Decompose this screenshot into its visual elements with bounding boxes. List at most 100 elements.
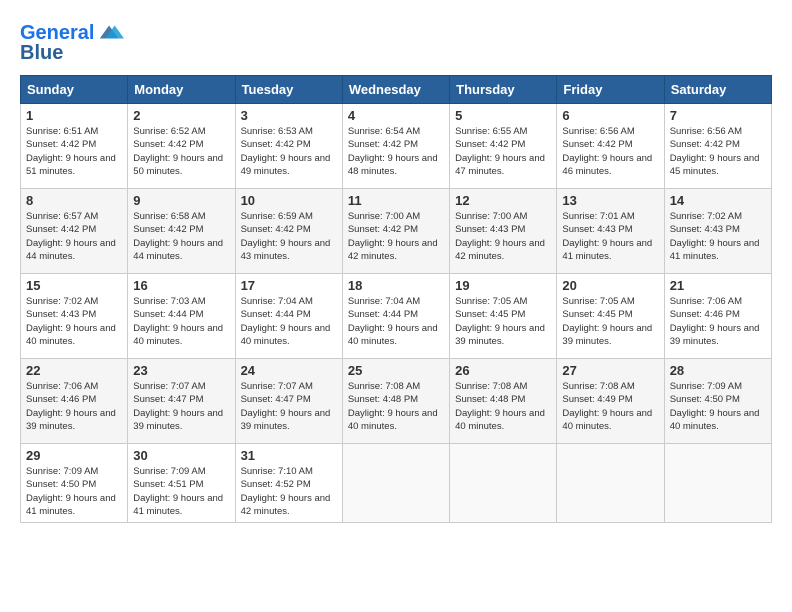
calendar-cell: 2 Sunrise: 6:52 AMSunset: 4:42 PMDayligh…: [128, 104, 235, 189]
calendar-cell: 20 Sunrise: 7:05 AMSunset: 4:45 PMDaylig…: [557, 274, 664, 359]
calendar-cell: 11 Sunrise: 7:00 AMSunset: 4:42 PMDaylig…: [342, 189, 449, 274]
calendar-cell: 12 Sunrise: 7:00 AMSunset: 4:43 PMDaylig…: [450, 189, 557, 274]
header-day-saturday: Saturday: [664, 76, 771, 104]
day-info: Sunrise: 6:55 AMSunset: 4:42 PMDaylight:…: [455, 125, 551, 178]
day-info: Sunrise: 6:57 AMSunset: 4:42 PMDaylight:…: [26, 210, 122, 263]
calendar-cell: 24 Sunrise: 7:07 AMSunset: 4:47 PMDaylig…: [235, 359, 342, 444]
header-day-friday: Friday: [557, 76, 664, 104]
day-info: Sunrise: 7:05 AMSunset: 4:45 PMDaylight:…: [455, 295, 551, 348]
calendar-cell: 29 Sunrise: 7:09 AMSunset: 4:50 PMDaylig…: [21, 444, 128, 523]
calendar-cell: [450, 444, 557, 523]
header-day-sunday: Sunday: [21, 76, 128, 104]
day-info: Sunrise: 7:08 AMSunset: 4:48 PMDaylight:…: [455, 380, 551, 433]
header-day-wednesday: Wednesday: [342, 76, 449, 104]
header-day-thursday: Thursday: [450, 76, 557, 104]
day-number: 16: [133, 278, 229, 293]
calendar-cell: 30 Sunrise: 7:09 AMSunset: 4:51 PMDaylig…: [128, 444, 235, 523]
day-number: 11: [348, 193, 444, 208]
calendar-header: SundayMondayTuesdayWednesdayThursdayFrid…: [21, 76, 772, 104]
day-info: Sunrise: 6:56 AMSunset: 4:42 PMDaylight:…: [670, 125, 766, 178]
calendar-cell: 17 Sunrise: 7:04 AMSunset: 4:44 PMDaylig…: [235, 274, 342, 359]
day-number: 6: [562, 108, 658, 123]
week-row-3: 15 Sunrise: 7:02 AMSunset: 4:43 PMDaylig…: [21, 274, 772, 359]
day-info: Sunrise: 7:06 AMSunset: 4:46 PMDaylight:…: [670, 295, 766, 348]
calendar-cell: 19 Sunrise: 7:05 AMSunset: 4:45 PMDaylig…: [450, 274, 557, 359]
day-number: 1: [26, 108, 122, 123]
day-info: Sunrise: 6:58 AMSunset: 4:42 PMDaylight:…: [133, 210, 229, 263]
day-number: 2: [133, 108, 229, 123]
calendar-body: 1 Sunrise: 6:51 AMSunset: 4:42 PMDayligh…: [21, 104, 772, 523]
week-row-2: 8 Sunrise: 6:57 AMSunset: 4:42 PMDayligh…: [21, 189, 772, 274]
day-number: 25: [348, 363, 444, 378]
logo-text: General: [20, 22, 94, 44]
day-info: Sunrise: 7:03 AMSunset: 4:44 PMDaylight:…: [133, 295, 229, 348]
calendar-cell: [342, 444, 449, 523]
calendar-cell: 14 Sunrise: 7:02 AMSunset: 4:43 PMDaylig…: [664, 189, 771, 274]
day-info: Sunrise: 6:54 AMSunset: 4:42 PMDaylight:…: [348, 125, 444, 178]
day-number: 20: [562, 278, 658, 293]
calendar-cell: 18 Sunrise: 7:04 AMSunset: 4:44 PMDaylig…: [342, 274, 449, 359]
week-row-1: 1 Sunrise: 6:51 AMSunset: 4:42 PMDayligh…: [21, 104, 772, 189]
day-info: Sunrise: 7:06 AMSunset: 4:46 PMDaylight:…: [26, 380, 122, 433]
header-row: SundayMondayTuesdayWednesdayThursdayFrid…: [21, 76, 772, 104]
calendar-cell: 25 Sunrise: 7:08 AMSunset: 4:48 PMDaylig…: [342, 359, 449, 444]
header-day-monday: Monday: [128, 76, 235, 104]
day-info: Sunrise: 6:59 AMSunset: 4:42 PMDaylight:…: [241, 210, 337, 263]
day-info: Sunrise: 7:09 AMSunset: 4:50 PMDaylight:…: [26, 465, 122, 518]
calendar-cell: 28 Sunrise: 7:09 AMSunset: 4:50 PMDaylig…: [664, 359, 771, 444]
calendar-cell: 9 Sunrise: 6:58 AMSunset: 4:42 PMDayligh…: [128, 189, 235, 274]
day-number: 23: [133, 363, 229, 378]
calendar-cell: 4 Sunrise: 6:54 AMSunset: 4:42 PMDayligh…: [342, 104, 449, 189]
day-number: 9: [133, 193, 229, 208]
calendar-cell: 5 Sunrise: 6:55 AMSunset: 4:42 PMDayligh…: [450, 104, 557, 189]
week-row-4: 22 Sunrise: 7:06 AMSunset: 4:46 PMDaylig…: [21, 359, 772, 444]
calendar-cell: 7 Sunrise: 6:56 AMSunset: 4:42 PMDayligh…: [664, 104, 771, 189]
page-header: General Blue: [20, 20, 772, 65]
day-info: Sunrise: 6:51 AMSunset: 4:42 PMDaylight:…: [26, 125, 122, 178]
calendar-cell: 8 Sunrise: 6:57 AMSunset: 4:42 PMDayligh…: [21, 189, 128, 274]
day-info: Sunrise: 7:09 AMSunset: 4:50 PMDaylight:…: [670, 380, 766, 433]
calendar-cell: 21 Sunrise: 7:06 AMSunset: 4:46 PMDaylig…: [664, 274, 771, 359]
calendar-cell: [664, 444, 771, 523]
day-number: 3: [241, 108, 337, 123]
logo: General Blue: [20, 20, 124, 65]
day-number: 14: [670, 193, 766, 208]
calendar-cell: 3 Sunrise: 6:53 AMSunset: 4:42 PMDayligh…: [235, 104, 342, 189]
day-number: 29: [26, 448, 122, 463]
logo-icon: [96, 18, 124, 46]
day-info: Sunrise: 6:53 AMSunset: 4:42 PMDaylight:…: [241, 125, 337, 178]
calendar-cell: 23 Sunrise: 7:07 AMSunset: 4:47 PMDaylig…: [128, 359, 235, 444]
day-info: Sunrise: 7:02 AMSunset: 4:43 PMDaylight:…: [26, 295, 122, 348]
day-info: Sunrise: 7:08 AMSunset: 4:49 PMDaylight:…: [562, 380, 658, 433]
day-number: 26: [455, 363, 551, 378]
day-number: 28: [670, 363, 766, 378]
day-number: 13: [562, 193, 658, 208]
calendar-cell: 16 Sunrise: 7:03 AMSunset: 4:44 PMDaylig…: [128, 274, 235, 359]
calendar-cell: 31 Sunrise: 7:10 AMSunset: 4:52 PMDaylig…: [235, 444, 342, 523]
day-info: Sunrise: 7:10 AMSunset: 4:52 PMDaylight:…: [241, 465, 337, 518]
day-number: 17: [241, 278, 337, 293]
day-info: Sunrise: 7:05 AMSunset: 4:45 PMDaylight:…: [562, 295, 658, 348]
day-info: Sunrise: 7:04 AMSunset: 4:44 PMDaylight:…: [241, 295, 337, 348]
day-info: Sunrise: 6:56 AMSunset: 4:42 PMDaylight:…: [562, 125, 658, 178]
day-info: Sunrise: 7:09 AMSunset: 4:51 PMDaylight:…: [133, 465, 229, 518]
calendar-cell: 27 Sunrise: 7:08 AMSunset: 4:49 PMDaylig…: [557, 359, 664, 444]
calendar-cell: 6 Sunrise: 6:56 AMSunset: 4:42 PMDayligh…: [557, 104, 664, 189]
calendar-cell: 22 Sunrise: 7:06 AMSunset: 4:46 PMDaylig…: [21, 359, 128, 444]
day-number: 10: [241, 193, 337, 208]
calendar-cell: 1 Sunrise: 6:51 AMSunset: 4:42 PMDayligh…: [21, 104, 128, 189]
day-number: 22: [26, 363, 122, 378]
day-number: 8: [26, 193, 122, 208]
calendar-cell: [557, 444, 664, 523]
calendar-cell: 10 Sunrise: 6:59 AMSunset: 4:42 PMDaylig…: [235, 189, 342, 274]
calendar-table: SundayMondayTuesdayWednesdayThursdayFrid…: [20, 75, 772, 523]
day-info: Sunrise: 7:01 AMSunset: 4:43 PMDaylight:…: [562, 210, 658, 263]
day-number: 15: [26, 278, 122, 293]
day-info: Sunrise: 7:00 AMSunset: 4:42 PMDaylight:…: [348, 210, 444, 263]
header-day-tuesday: Tuesday: [235, 76, 342, 104]
calendar-cell: 13 Sunrise: 7:01 AMSunset: 4:43 PMDaylig…: [557, 189, 664, 274]
day-number: 31: [241, 448, 337, 463]
week-row-5: 29 Sunrise: 7:09 AMSunset: 4:50 PMDaylig…: [21, 444, 772, 523]
day-info: Sunrise: 7:08 AMSunset: 4:48 PMDaylight:…: [348, 380, 444, 433]
day-info: Sunrise: 7:00 AMSunset: 4:43 PMDaylight:…: [455, 210, 551, 263]
